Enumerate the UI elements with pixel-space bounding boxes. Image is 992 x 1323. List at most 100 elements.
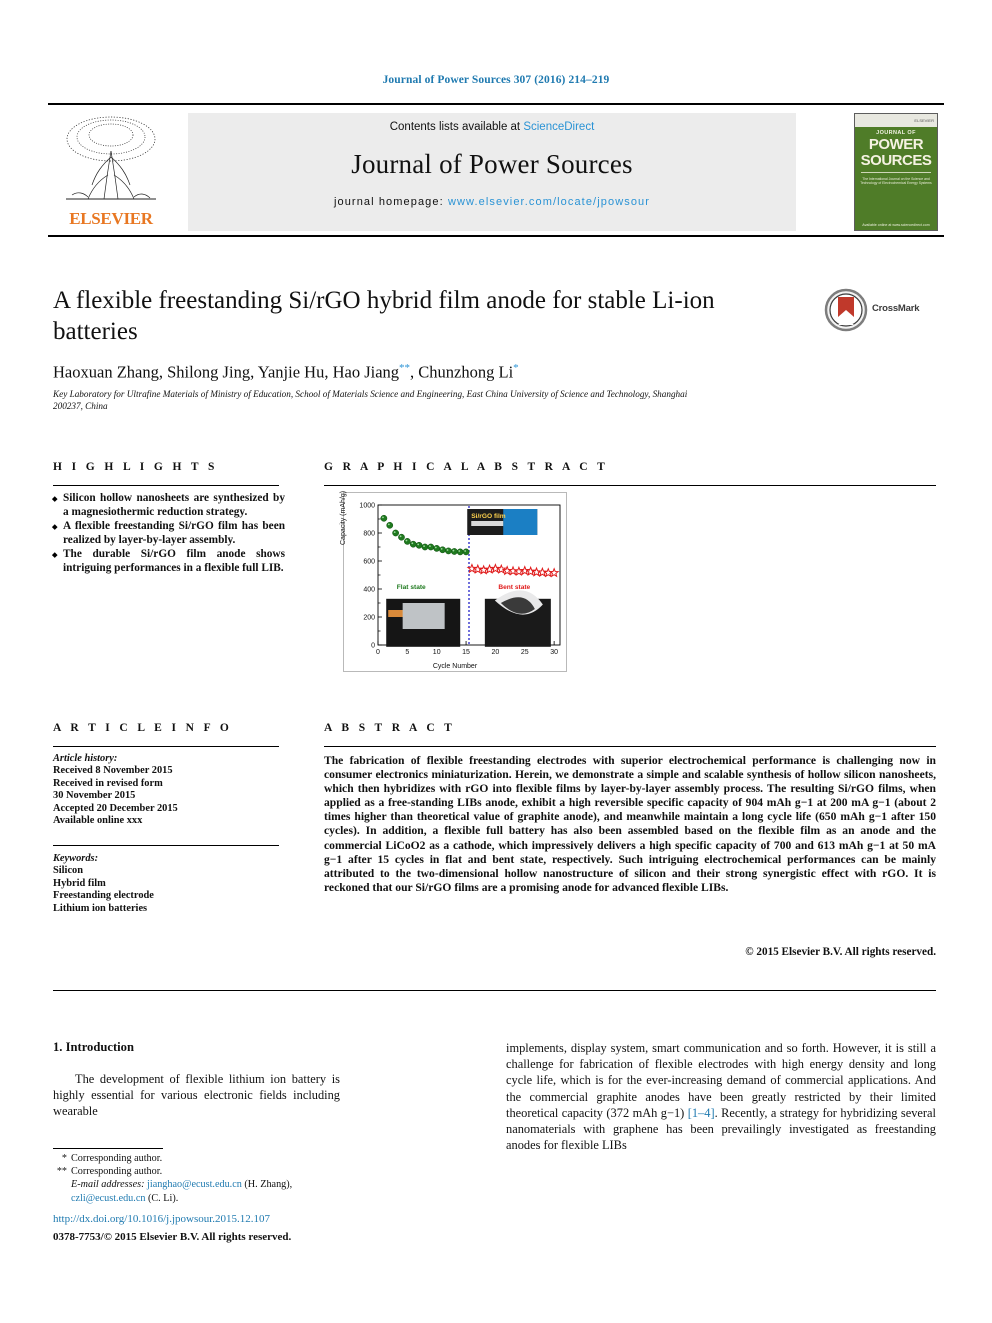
affiliation: Key Laboratory for Ultrafine Materials o… bbox=[53, 389, 688, 411]
footnote-text-1: Corresponding author. bbox=[71, 1153, 163, 1164]
sciencedirect-link[interactable]: ScienceDirect bbox=[523, 121, 594, 133]
page-title: A flexible freestanding Si/rGO hybrid fi… bbox=[53, 287, 715, 345]
article-history: Article history: Received 8 November 201… bbox=[53, 753, 285, 827]
keywords-label: Keywords: bbox=[53, 853, 99, 864]
authors-main: Haoxuan Zhang, Shilong Jing, Yanjie Hu, … bbox=[53, 362, 400, 382]
crossmark-badge[interactable]: CrossMark bbox=[824, 288, 934, 336]
graphical-abstract-rule bbox=[324, 485, 936, 486]
svg-text:200: 200 bbox=[363, 615, 375, 622]
journal-title: Journal of Power Sources bbox=[351, 149, 633, 179]
journal-cover-thumbnail: ELSEVIER JOURNAL OF POWER SOURCES The In… bbox=[854, 113, 938, 231]
section-title-introduction: 1. Introduction bbox=[53, 1040, 134, 1054]
elsevier-tree-icon bbox=[66, 116, 156, 200]
authors-tail: , Chunzhong Li bbox=[410, 362, 514, 382]
author-list: Haoxuan Zhang, Shilong Jing, Yanjie Hu, … bbox=[53, 362, 793, 383]
email-name-1: (H. Zhang), bbox=[241, 1179, 293, 1191]
contents-banner: Contents lists available at ScienceDirec… bbox=[188, 113, 796, 231]
author-marker-jiang: ** bbox=[399, 362, 411, 374]
svg-text:25: 25 bbox=[521, 649, 529, 656]
article-history-label: Article history: bbox=[53, 753, 118, 764]
footnote-marker-2: ** bbox=[56, 1166, 67, 1178]
issn-copyright-line: 0378-7753/© 2015 Elsevier B.V. All right… bbox=[53, 1231, 292, 1243]
chart-y-axis-label: Capacity (mAh/g) bbox=[340, 490, 347, 545]
homepage-url[interactable]: www.elsevier.com/locate/jpowsour bbox=[448, 196, 650, 208]
abstract-text: The fabrication of flexible freestanding… bbox=[324, 754, 936, 894]
elsevier-logo: ELSEVIER bbox=[52, 113, 170, 231]
article-page: Journal of Power Sources 307 (2016) 214–… bbox=[0, 0, 992, 1323]
abstract-heading: A B S T R A C T bbox=[324, 722, 456, 734]
reference-link[interactable]: [1–4] bbox=[688, 1106, 715, 1120]
email-link-2[interactable]: czli@ecust.edu.cn bbox=[71, 1193, 145, 1204]
svg-text:800: 800 bbox=[363, 531, 375, 538]
highlights-rule bbox=[53, 485, 279, 486]
elsevier-wordmark: ELSEVIER bbox=[69, 209, 153, 228]
cycling-performance-chart: Capacity (mAh/g) Cycle Number 0 200 400 600… bbox=[340, 491, 566, 671]
svg-text:Flat state: Flat state bbox=[397, 584, 426, 591]
history-line: Accepted 20 December 2015 bbox=[53, 802, 178, 814]
svg-text:15: 15 bbox=[462, 649, 470, 656]
svg-text:5: 5 bbox=[405, 649, 409, 656]
email-label: E-mail addresses: bbox=[71, 1179, 145, 1191]
cover-title-line2: SOURCES bbox=[860, 152, 932, 169]
contents-line: Contents lists available at ScienceDirec… bbox=[188, 121, 796, 133]
svg-text:400: 400 bbox=[363, 587, 375, 594]
abstract-rule bbox=[324, 746, 936, 747]
email-line: E-mail addresses: jianghao@ecust.edu.cn … bbox=[53, 1178, 353, 1204]
keyword-item: Lithium ion batteries bbox=[53, 902, 148, 914]
body-left-column: 1. Introduction The development of flexi… bbox=[53, 1040, 340, 1120]
article-info-heading: A R T I C L E I N F O bbox=[53, 722, 233, 734]
history-line: Received in revised form bbox=[53, 777, 163, 789]
svg-text:0: 0 bbox=[371, 643, 375, 650]
list-item: The durable Si/rGO film anode shows intr… bbox=[53, 548, 285, 575]
svg-text:Si/rGO film: Si/rGO film bbox=[471, 513, 506, 520]
body-right-column: implements, display system, smart commun… bbox=[506, 1040, 936, 1153]
contents-prefix: Contents lists available at bbox=[389, 121, 524, 133]
cover-footer: Available online at www.sciencedirect.co… bbox=[862, 223, 930, 227]
list-item: A flexible freestanding Si/rGO film has … bbox=[53, 520, 285, 547]
keywords-block: Keywords: Silicon Hybrid film Freestandi… bbox=[53, 853, 285, 915]
keyword-item: Hybrid film bbox=[53, 877, 106, 889]
body-separator-rule bbox=[53, 990, 936, 991]
svg-text:Bent state: Bent state bbox=[498, 584, 530, 591]
crossmark-icon bbox=[824, 288, 868, 332]
chart-x-axis-label: Cycle Number bbox=[432, 663, 478, 670]
homepage-line: journal homepage: www.elsevier.com/locat… bbox=[188, 196, 796, 208]
chart-canvas: 0 200 400 600 800 1000 0 5 10 15 20 25 30 Si/rGO film… bbox=[359, 503, 561, 656]
list-item: Silicon hollow nanosheets are synthesize… bbox=[53, 492, 285, 519]
cover-divider bbox=[861, 172, 931, 173]
cover-top-strip: ELSEVIER bbox=[855, 114, 937, 127]
highlights-heading: H I G H L I G H T S bbox=[53, 461, 218, 473]
history-line: Received 8 November 2015 bbox=[53, 765, 173, 777]
cover-title-line1: POWER bbox=[868, 136, 924, 153]
author-marker-li: * bbox=[513, 362, 519, 374]
svg-text:0: 0 bbox=[376, 649, 380, 656]
keyword-item: Freestanding electrode bbox=[53, 890, 154, 902]
doi-link[interactable]: http://dx.doi.org/10.1016/j.jpowsour.201… bbox=[53, 1213, 270, 1225]
keywords-rule bbox=[53, 845, 279, 846]
footnote-block: * Corresponding author. ** Corresponding a… bbox=[53, 1152, 353, 1205]
svg-text:1000: 1000 bbox=[359, 503, 375, 510]
footnote-marker-1: * bbox=[61, 1153, 67, 1164]
history-line: 30 November 2015 bbox=[53, 790, 136, 802]
graphical-abstract-heading: G R A P H I C A L A B S T R A C T bbox=[324, 461, 609, 473]
journal-masthead: ELSEVIER Contents lists available at Sci… bbox=[48, 103, 944, 237]
email-name-2: (C. Li). bbox=[145, 1192, 179, 1204]
graphical-abstract-figure: Capacity (mAh/g) Cycle Number 0 200 400 600… bbox=[340, 491, 567, 672]
email-link-1[interactable]: jianghao@ecust.edu.cn bbox=[147, 1179, 242, 1190]
footnote-text-2: Corresponding author. bbox=[71, 1166, 163, 1178]
history-line: Available online xxx bbox=[53, 815, 143, 827]
footnote-line-1: * Corresponding author. bbox=[53, 1152, 353, 1165]
running-head: Journal of Power Sources 307 (2016) 214–… bbox=[382, 74, 610, 86]
copyright-line: © 2015 Elsevier B.V. All rights reserved… bbox=[745, 946, 936, 958]
intro-paragraph-left: The development of flexible lithium ion … bbox=[53, 1072, 340, 1119]
footnote-rule bbox=[53, 1148, 163, 1149]
highlights-list: Silicon hollow nanosheets are synthesize… bbox=[53, 492, 285, 577]
crossmark-label: CrossMark bbox=[872, 303, 920, 314]
svg-text:20: 20 bbox=[492, 649, 500, 656]
svg-text:30: 30 bbox=[550, 649, 558, 656]
homepage-prefix: journal homepage: bbox=[333, 196, 448, 208]
footnote-line-2: ** Corresponding author. bbox=[53, 1165, 353, 1178]
article-info-rule bbox=[53, 746, 279, 747]
keyword-item: Silicon bbox=[53, 865, 84, 877]
svg-text:10: 10 bbox=[433, 649, 441, 656]
